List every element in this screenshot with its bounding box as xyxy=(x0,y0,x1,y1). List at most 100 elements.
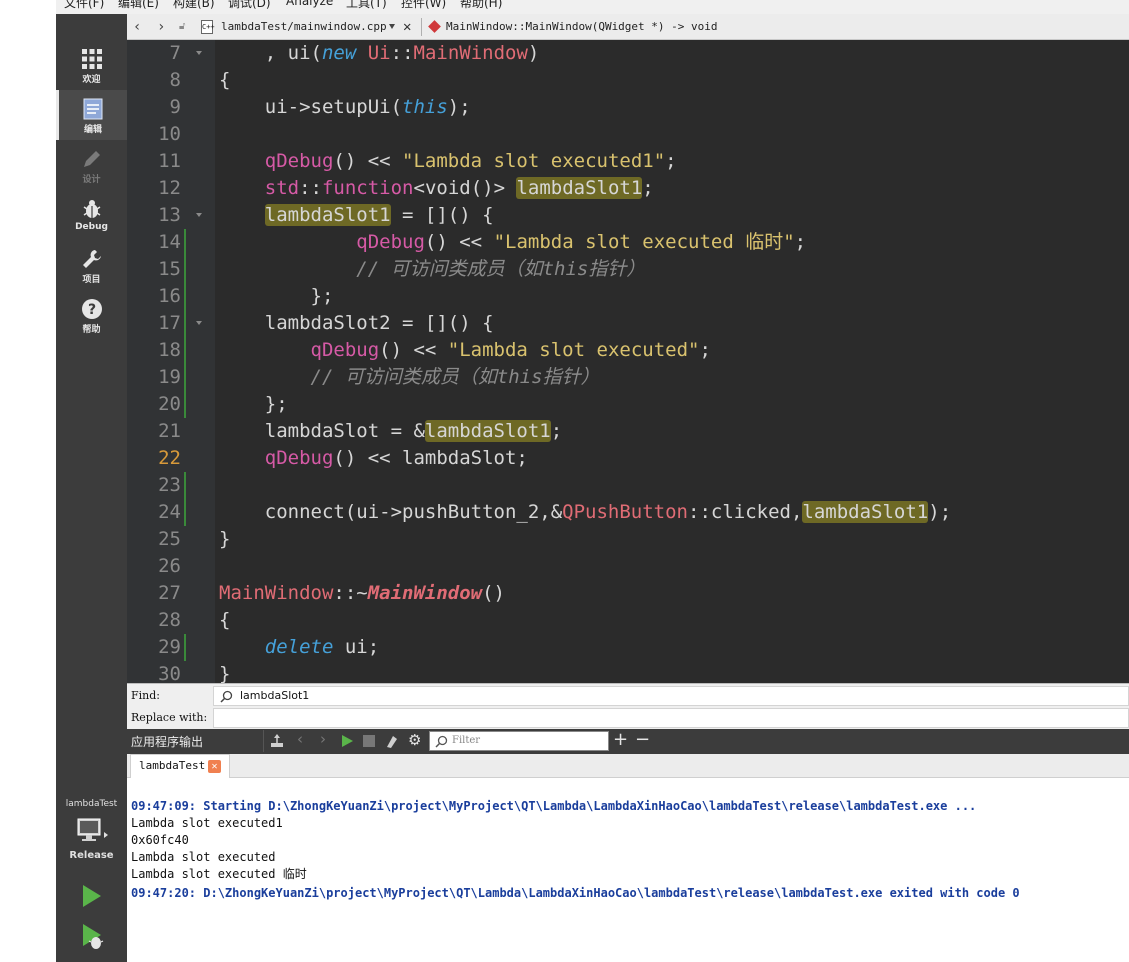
close-tab-icon[interactable]: ✕ xyxy=(208,760,221,773)
menu-help[interactable]: 帮助(H) xyxy=(460,0,502,11)
mode-welcome[interactable]: 欢迎 xyxy=(56,40,127,90)
symbol-selector[interactable]: MainWindow::MainWindow(QWidget *) -> voi… xyxy=(446,14,718,40)
code-line: lambdaSlot1 = []() { xyxy=(264,204,494,226)
line-number: 8 xyxy=(169,69,181,91)
filter-placeholder: Filter xyxy=(452,735,481,746)
line-number: 30 xyxy=(158,663,181,683)
mode-edit[interactable]: 编辑 xyxy=(56,90,127,140)
mode-edit-label: 编辑 xyxy=(83,125,102,135)
settings-gear-icon[interactable]: ⚙︎ xyxy=(408,731,421,749)
debug-run-icon[interactable] xyxy=(80,922,106,950)
change-marker xyxy=(184,391,186,418)
prev-item-icon[interactable]: ‹ xyxy=(297,730,303,748)
line-number: 25 xyxy=(158,528,181,550)
menu-tools[interactable]: 工具(T) xyxy=(346,0,387,11)
menu-debug[interactable]: 调试(D) xyxy=(228,0,271,11)
mode-design[interactable]: 设计 xyxy=(56,140,127,190)
line-number-current: 22 xyxy=(158,447,181,469)
menu-file[interactable]: 文件(F) xyxy=(64,0,104,11)
toolbar-divider xyxy=(421,18,422,36)
search-icon xyxy=(435,735,448,748)
code-line: MainWindow::~MainWindow() xyxy=(219,582,505,604)
mode-debug-label: Debug xyxy=(75,222,108,232)
mode-sidebar: 欢迎 编辑 设计 Debug 项目 ? 帮助 lambdaTest Releas… xyxy=(56,14,127,962)
fold-marker-icon[interactable] xyxy=(196,213,202,217)
replace-input[interactable] xyxy=(213,708,1129,728)
next-item-icon[interactable]: › xyxy=(320,730,326,748)
change-marker xyxy=(184,472,186,499)
output-line: 09:47:09: Starting D:\ZhongKeYuanZi\proj… xyxy=(131,799,977,813)
code-line: lambdaSlot2 = []() { xyxy=(219,312,494,334)
fold-marker-icon[interactable] xyxy=(196,321,202,325)
code-line: // 可访问类成员（如this指针） xyxy=(310,366,600,388)
method-icon xyxy=(428,20,441,33)
monitor-icon[interactable] xyxy=(76,817,108,847)
mode-help[interactable]: ? 帮助 xyxy=(56,290,127,340)
line-number: 13 xyxy=(158,204,181,226)
line-number: 23 xyxy=(158,474,181,496)
code-line: } xyxy=(219,663,231,683)
line-number: 19 xyxy=(158,366,181,388)
output-pane-toolbar: 应用程序输出 ‹ › ⚙︎ Filter + − xyxy=(127,729,1129,754)
editor-toolbar: ‹ › 🔓︎ C++ lambdaTest/mainwindow.cpp ✕ M… xyxy=(127,14,1129,40)
menu-bar: 文件(F) 编辑(E) 构建(B) 调试(D) Analyze 工具(T) 控件… xyxy=(56,0,1129,14)
mode-projects[interactable]: 项目 xyxy=(56,240,127,290)
grid-icon xyxy=(81,49,102,69)
code-editor[interactable]: 7 8 9 10 11 12 13 14 15 16 17 18 19 20 2… xyxy=(127,40,1129,683)
output-line: 0x60fc40 xyxy=(131,833,189,847)
toolbar-divider xyxy=(263,730,264,752)
line-number: 10 xyxy=(158,123,181,145)
line-number: 12 xyxy=(158,177,181,199)
code-line: qDebug() << "Lambda slot executed 临时"; xyxy=(356,231,807,253)
change-marker xyxy=(184,283,186,310)
mode-projects-label: 项目 xyxy=(82,275,101,285)
menu-controls[interactable]: 控件(W) xyxy=(401,0,446,11)
cpp-file-icon: C++ xyxy=(201,20,215,34)
line-number: 14 xyxy=(158,231,181,253)
menu-build[interactable]: 构建(B) xyxy=(173,0,215,11)
find-label: Find: xyxy=(131,689,160,702)
line-number: 26 xyxy=(158,555,181,577)
line-number: 18 xyxy=(158,339,181,361)
rerun-icon[interactable] xyxy=(340,734,354,748)
line-number: 28 xyxy=(158,609,181,631)
menu-edit[interactable]: 编辑(E) xyxy=(118,0,159,11)
window-edge xyxy=(0,0,56,962)
clear-icon[interactable] xyxy=(384,733,400,749)
mode-help-label: 帮助 xyxy=(82,325,101,335)
change-marker xyxy=(184,364,186,391)
run-icon[interactable] xyxy=(80,883,104,909)
mode-debug[interactable]: Debug xyxy=(56,190,127,240)
stop-icon[interactable] xyxy=(363,735,375,747)
close-file-icon[interactable]: ✕ xyxy=(403,14,411,40)
fold-marker-icon[interactable] xyxy=(196,51,202,55)
output-line: Lambda slot executed 临时 xyxy=(131,867,307,881)
code-line: lambdaSlot = &lambdaSlot1; xyxy=(219,420,563,442)
line-number: 20 xyxy=(158,393,181,415)
menu-analyze[interactable]: Analyze xyxy=(286,0,333,8)
attach-icon[interactable] xyxy=(269,733,285,749)
find-input-value: lambdaSlot1 xyxy=(240,689,310,702)
kit-build-mode: Release xyxy=(69,850,114,861)
file-dropdown-icon[interactable] xyxy=(389,24,395,29)
filter-input[interactable]: Filter xyxy=(429,731,609,751)
line-number: 27 xyxy=(158,582,181,604)
zoom-out-icon[interactable]: − xyxy=(635,729,650,750)
change-marker xyxy=(184,256,186,283)
code-line: connect(ui->pushButton_2,&QPushButton::c… xyxy=(219,501,952,523)
line-number: 24 xyxy=(158,501,181,523)
nav-back-icon[interactable]: ‹ xyxy=(133,14,141,40)
nav-forward-icon[interactable]: › xyxy=(157,14,165,40)
code-line: , ui(new Ui::MainWindow) xyxy=(219,42,540,64)
code-text-area[interactable]: , ui(new Ui::MainWindow) { ui->setupUi(t… xyxy=(215,40,1129,683)
output-tab-lambdatest[interactable]: lambdaTest ✕ xyxy=(130,754,230,778)
find-input[interactable]: lambdaSlot1 xyxy=(213,686,1129,706)
zoom-in-icon[interactable]: + xyxy=(613,729,628,750)
file-name[interactable]: lambdaTest/mainwindow.cpp xyxy=(221,14,387,40)
wrench-icon xyxy=(82,250,101,268)
document-icon xyxy=(83,98,103,120)
line-number: 9 xyxy=(169,96,181,118)
output-tab-label: lambdaTest xyxy=(139,759,206,772)
application-output[interactable]: 09:47:09: Starting D:\ZhongKeYuanZi\proj… xyxy=(127,778,1129,962)
change-marker xyxy=(184,310,186,337)
